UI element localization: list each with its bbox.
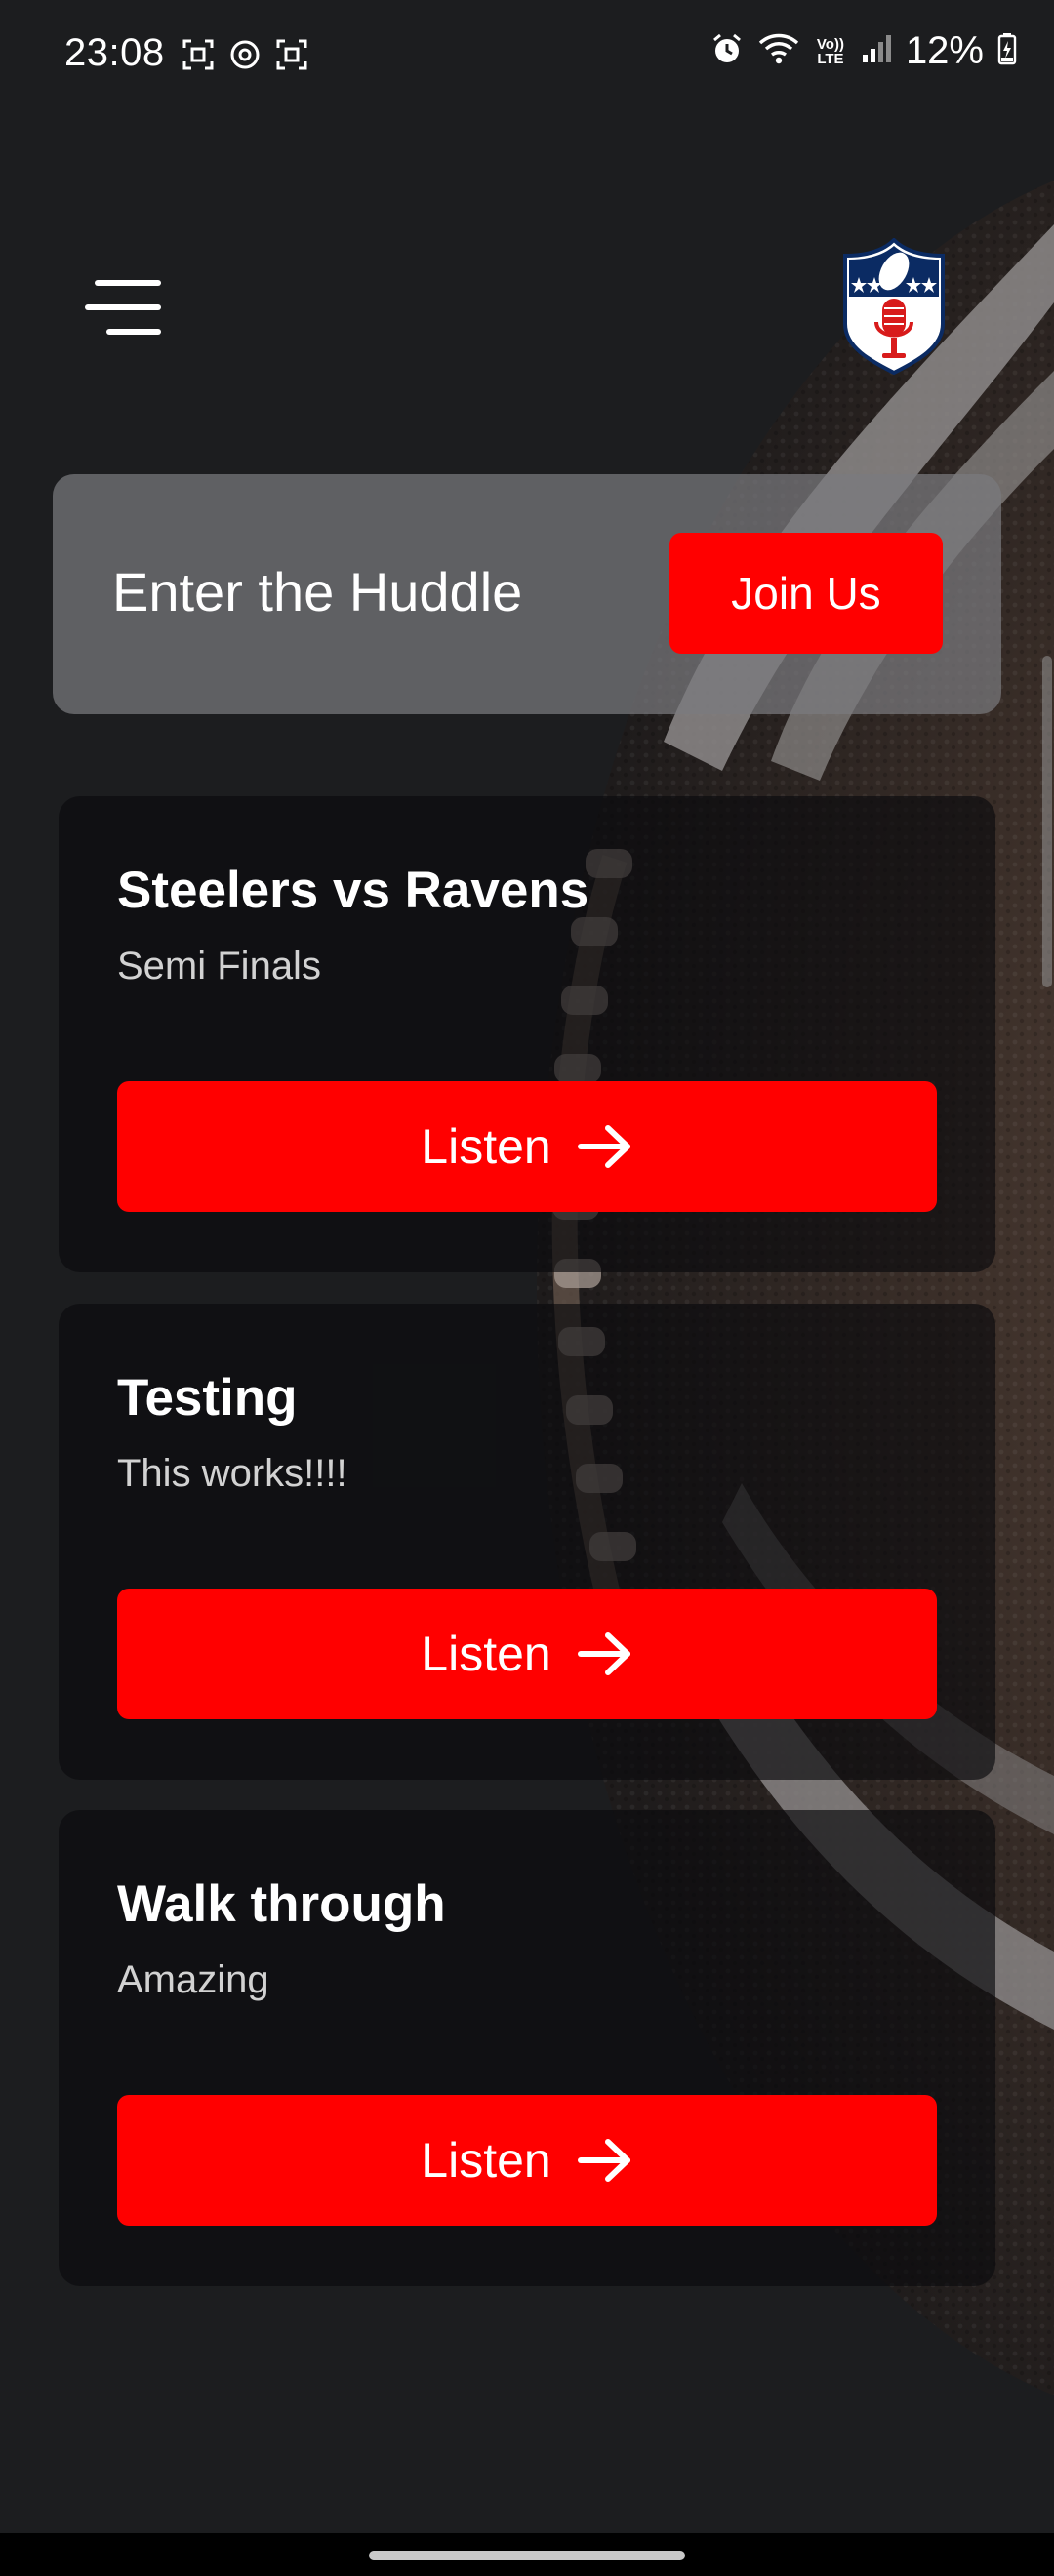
battery-icon bbox=[997, 32, 1017, 70]
join-us-button[interactable]: Join Us bbox=[669, 533, 943, 654]
arrow-right-icon bbox=[577, 1632, 630, 1675]
menu-button[interactable] bbox=[84, 273, 166, 342]
episode-card: Testing This works!!!! Listen bbox=[59, 1304, 995, 1780]
listen-button[interactable]: Listen bbox=[117, 2095, 937, 2226]
card-subtitle: Amazing bbox=[117, 1958, 269, 2001]
huddle-banner: Enter the Huddle Join Us bbox=[53, 474, 1001, 714]
status-time: 23:08 bbox=[64, 31, 165, 74]
screenshot-icon bbox=[181, 37, 216, 77]
listen-button-label: Listen bbox=[421, 1119, 551, 1174]
card-title: Steelers vs Ravens bbox=[117, 862, 589, 919]
huddle-title: Enter the Huddle bbox=[112, 561, 523, 623]
arrow-right-icon bbox=[577, 1125, 630, 1168]
volte-icon: Vo)) LTE bbox=[816, 35, 844, 67]
card-title: Walk through bbox=[117, 1875, 446, 1933]
status-system-icons: Vo)) LTE 12% bbox=[710, 29, 1017, 73]
signal-icon bbox=[861, 33, 892, 69]
arrow-right-icon bbox=[577, 2139, 630, 2182]
listen-button[interactable]: Listen bbox=[117, 1081, 937, 1212]
status-notification-icons bbox=[181, 37, 309, 77]
navigation-bar bbox=[0, 2533, 1054, 2576]
battery-percentage: 12% bbox=[905, 29, 984, 72]
hamburger-menu-icon bbox=[85, 280, 161, 335]
episode-card: Steelers vs Ravens Semi Finals Listen bbox=[59, 796, 995, 1272]
home-indicator[interactable] bbox=[369, 2551, 685, 2560]
app-logo bbox=[839, 237, 949, 376]
app-screen: 23:08 Vo)) LTE 12% Enter the Huddle Join… bbox=[0, 0, 1054, 2576]
listen-button-label: Listen bbox=[421, 1627, 551, 1681]
listen-button[interactable]: Listen bbox=[117, 1589, 937, 1719]
screenshot-icon bbox=[274, 37, 309, 77]
alarm-icon bbox=[710, 32, 744, 70]
card-title: Testing bbox=[117, 1369, 298, 1427]
listen-button-label: Listen bbox=[421, 2133, 551, 2188]
nfl-shield-microphone-logo bbox=[843, 237, 945, 376]
card-subtitle: This works!!!! bbox=[117, 1452, 347, 1495]
scrollbar[interactable] bbox=[1042, 656, 1052, 987]
sync-icon bbox=[227, 37, 263, 77]
wifi-icon bbox=[757, 32, 800, 70]
status-bar: 23:08 Vo)) LTE 12% bbox=[0, 0, 1054, 113]
card-subtitle: Semi Finals bbox=[117, 945, 321, 987]
episode-card: Walk through Amazing Listen bbox=[59, 1810, 995, 2286]
